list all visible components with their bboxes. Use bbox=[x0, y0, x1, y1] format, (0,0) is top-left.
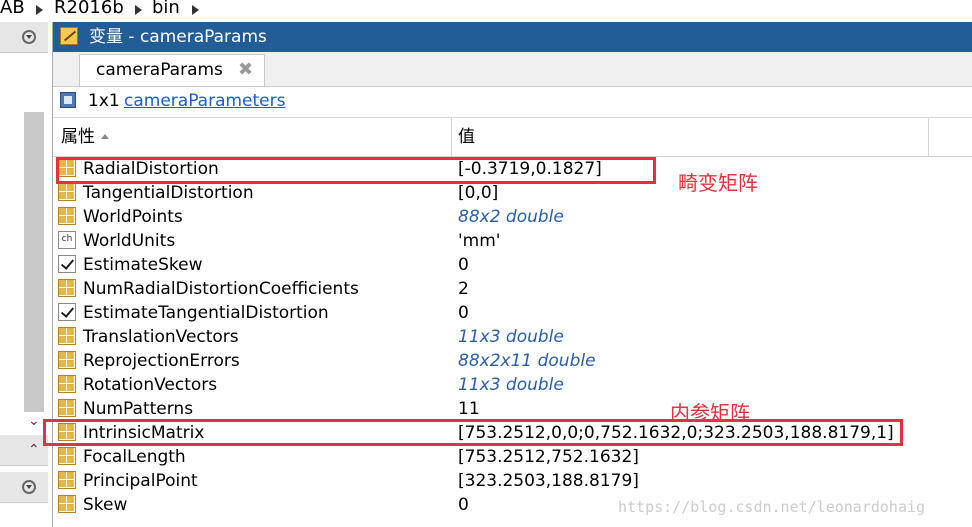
property-value[interactable]: 88x2x11 double bbox=[458, 349, 596, 373]
checkbox-icon bbox=[58, 303, 76, 321]
panel-menu-icon[interactable] bbox=[22, 30, 36, 44]
table-row[interactable]: NumPatterns 11 bbox=[53, 397, 972, 421]
table-row[interactable]: PrincipalPoint [323.2503,188.8179] bbox=[53, 469, 972, 493]
grid-icon bbox=[58, 447, 76, 465]
property-name: Skew bbox=[83, 495, 128, 515]
grid-icon bbox=[58, 471, 76, 489]
property-value[interactable]: 88x2 double bbox=[458, 205, 564, 229]
variable-size: 1x1 bbox=[88, 91, 120, 111]
watermark: https://blog.csdn.net/leonardohaig bbox=[618, 498, 926, 516]
grid-icon bbox=[58, 279, 76, 297]
breadcrumb: AB R2016b bin bbox=[0, 0, 972, 22]
property-name: FocalLength bbox=[83, 447, 186, 467]
grid-icon bbox=[58, 351, 76, 369]
property-value: [753.2512,752.1632] bbox=[458, 447, 639, 467]
highlight-box bbox=[43, 419, 903, 446]
table-row[interactable]: EstimateSkew 0 bbox=[53, 253, 972, 277]
property-name: RotationVectors bbox=[83, 375, 218, 395]
tab-strip: cameraParams ✖ bbox=[53, 52, 972, 87]
left-panel: ⌃ ⌄ ⌃ bbox=[0, 22, 48, 527]
panel-header bbox=[0, 472, 48, 503]
checkbox-icon bbox=[58, 255, 76, 273]
table-row[interactable]: NumRadialDistortionCoefficients 2 bbox=[53, 277, 972, 301]
sort-ascending-icon[interactable] bbox=[101, 134, 109, 139]
chevron-right-icon[interactable] bbox=[36, 5, 43, 15]
grid-icon bbox=[58, 495, 76, 513]
table-row[interactable]: FocalLength [753.2512,752.1632] bbox=[53, 445, 972, 469]
column-divider[interactable] bbox=[928, 118, 929, 156]
property-name: PrincipalPoint bbox=[83, 471, 198, 491]
property-value: [323.2503,188.8179] bbox=[458, 471, 639, 491]
panel-header bbox=[0, 22, 48, 53]
property-name: NumPatterns bbox=[83, 399, 194, 419]
chevron-right-icon[interactable] bbox=[135, 5, 142, 15]
tab-label: cameraParams bbox=[96, 60, 223, 80]
property-value: 2 bbox=[458, 279, 469, 299]
annotation-label: 畸变矩阵 bbox=[678, 171, 758, 195]
breadcrumb-item[interactable]: AB bbox=[0, 0, 25, 17]
scrollbar-thumb[interactable] bbox=[24, 112, 44, 412]
property-name: ReprojectionErrors bbox=[83, 351, 240, 371]
column-divider[interactable] bbox=[451, 118, 452, 156]
collapse-icon[interactable]: ⌃ bbox=[28, 443, 40, 457]
property-value: [0,0] bbox=[458, 183, 499, 203]
panel-menu-icon[interactable] bbox=[22, 480, 36, 494]
title-bar: 变量 - cameraParams bbox=[53, 22, 972, 52]
property-value: 0 bbox=[458, 303, 469, 323]
variable-editor-icon bbox=[60, 27, 78, 45]
property-name: WorldPoints bbox=[83, 207, 183, 227]
property-column-header[interactable]: 属性 bbox=[61, 118, 95, 156]
table-row[interactable]: EstimateTangentialDistortion 0 bbox=[53, 301, 972, 325]
grid-icon bbox=[58, 183, 76, 201]
breadcrumb-item[interactable]: bin bbox=[152, 0, 180, 17]
table-row[interactable]: ReprojectionErrors 88x2x11 double bbox=[53, 349, 972, 373]
property-value: 0 bbox=[458, 495, 469, 515]
column-header: 属性 值 bbox=[53, 118, 972, 157]
object-icon bbox=[60, 92, 76, 108]
property-value[interactable]: 11x3 double bbox=[458, 373, 564, 397]
class-link[interactable]: cameraParameters bbox=[124, 87, 286, 115]
property-name: WorldUnits bbox=[83, 231, 176, 251]
grid-icon bbox=[58, 399, 76, 417]
table-row[interactable]: TangentialDistortion [0,0] bbox=[53, 181, 972, 205]
property-value: 'mm' bbox=[458, 231, 501, 251]
grid-icon bbox=[58, 327, 76, 345]
property-value[interactable]: 11x3 double bbox=[458, 325, 564, 349]
scroll-down-icon[interactable]: ⌄ bbox=[28, 414, 40, 428]
table-row[interactable]: ch WorldUnits 'mm' bbox=[53, 229, 972, 253]
char-icon: ch bbox=[58, 231, 76, 249]
property-name: EstimateSkew bbox=[83, 255, 203, 275]
scrollbar[interactable] bbox=[22, 88, 44, 432]
property-name: NumRadialDistortionCoefficients bbox=[83, 279, 359, 299]
table-row[interactable]: WorldPoints 88x2 double bbox=[53, 205, 972, 229]
table-row[interactable]: TranslationVectors 11x3 double bbox=[53, 325, 972, 349]
chevron-right-icon[interactable] bbox=[192, 5, 199, 15]
panel-header: ⌃ bbox=[0, 435, 48, 466]
property-value: 0 bbox=[458, 255, 469, 275]
highlight-box bbox=[56, 157, 656, 184]
table-row[interactable]: RotationVectors 11x3 double bbox=[53, 373, 972, 397]
info-bar: 1x1 cameraParameters bbox=[53, 87, 972, 118]
property-name: TangentialDistortion bbox=[83, 183, 254, 203]
grid-icon bbox=[58, 375, 76, 393]
variable-editor: 变量 - cameraParams cameraParams ✖ 1x1 cam… bbox=[43, 22, 972, 527]
grid-icon bbox=[58, 207, 76, 225]
value-column-header[interactable]: 值 bbox=[458, 118, 475, 156]
property-name: TranslationVectors bbox=[83, 327, 239, 347]
property-name: EstimateTangentialDistortion bbox=[83, 303, 329, 323]
property-value: 11 bbox=[458, 399, 480, 419]
breadcrumb-item[interactable]: R2016b bbox=[54, 0, 124, 17]
close-icon[interactable]: ✖ bbox=[238, 55, 253, 85]
window-title: 变量 - cameraParams bbox=[89, 27, 267, 47]
tab-cameraparams[interactable]: cameraParams ✖ bbox=[79, 54, 265, 86]
